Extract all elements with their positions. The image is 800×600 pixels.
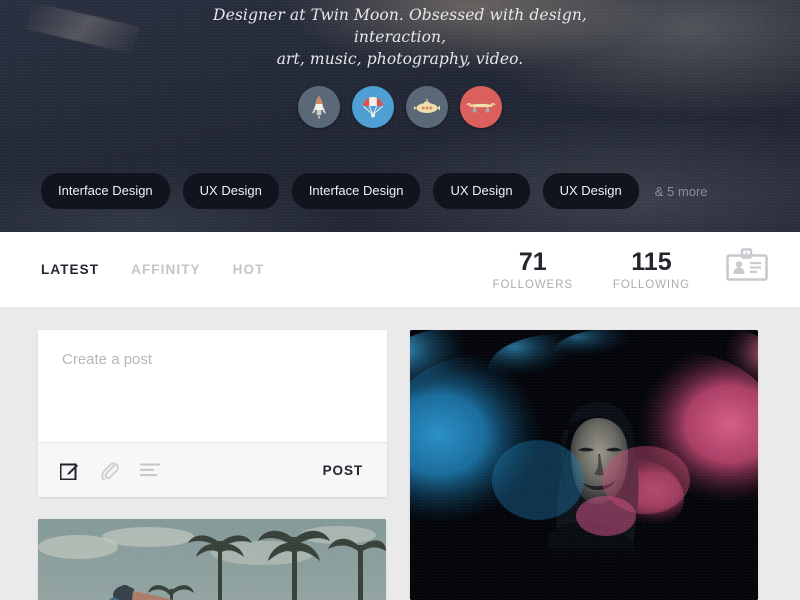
stat-followers[interactable]: 71 FOLLOWERS (473, 248, 593, 291)
portrait-photo-grain (410, 330, 758, 600)
skateboard-badge[interactable] (460, 86, 502, 128)
parachute-badge[interactable] (352, 86, 394, 128)
create-post-body[interactable]: Create a post (38, 330, 387, 443)
align-left-glyph (140, 463, 160, 477)
id-card-button[interactable] (726, 248, 768, 287)
post-photo-portrait[interactable] (410, 330, 758, 600)
submarine-badge[interactable] (406, 86, 448, 128)
paperclip-glyph (101, 462, 119, 480)
profile-navbar: LATEST AFFINITY HOT 71 FOLLOWERS 115 FOL… (0, 232, 800, 307)
compose-icon[interactable] (60, 461, 79, 480)
post-button[interactable]: POST (323, 463, 363, 478)
profile-badges (298, 86, 502, 128)
profile-bio-line-1: Designer at Twin Moon. Obsessed with des… (213, 6, 587, 46)
tab-latest[interactable]: LATEST (41, 262, 99, 277)
create-post-toolbar: POST (38, 443, 387, 497)
profile-cover: Designer at Twin Moon. Obsessed with des… (0, 0, 800, 232)
text-format-icon[interactable] (140, 463, 160, 477)
tab-affinity[interactable]: AFFINITY (131, 262, 201, 277)
feed-tabs: LATEST AFFINITY HOT (41, 262, 264, 277)
tab-hot[interactable]: HOT (233, 262, 265, 277)
feed-column-left: Create a post POST (38, 330, 387, 600)
parachute-icon (362, 97, 384, 118)
rocket-badge[interactable] (298, 86, 340, 128)
profile-stats: 71 FOLLOWERS 115 FOLLOWING (473, 248, 768, 291)
create-post-card: Create a post POST (38, 330, 387, 497)
following-count: 115 (631, 248, 672, 276)
profile-bio-line-2: art, music, photography, video. (276, 50, 524, 68)
street-photo-grain (38, 519, 386, 600)
followers-count: 71 (518, 248, 547, 276)
attachment-icon[interactable] (100, 460, 119, 480)
feed-column-right (410, 330, 758, 600)
id-card-icon (726, 248, 768, 281)
post-photo-street[interactable] (38, 519, 386, 600)
compose-glyph (60, 463, 78, 480)
following-label: FOLLOWING (612, 279, 690, 291)
skateboard-icon (466, 102, 496, 113)
followers-label: FOLLOWERS (492, 279, 573, 291)
profile-bio: Designer at Twin Moon. Obsessed with des… (165, 4, 635, 70)
feed-content: Create a post POST (0, 307, 800, 600)
stat-following[interactable]: 115 FOLLOWING (593, 248, 710, 291)
submarine-icon (413, 99, 440, 113)
rocket-icon (312, 96, 326, 119)
create-post-input[interactable]: Create a post (62, 351, 363, 368)
